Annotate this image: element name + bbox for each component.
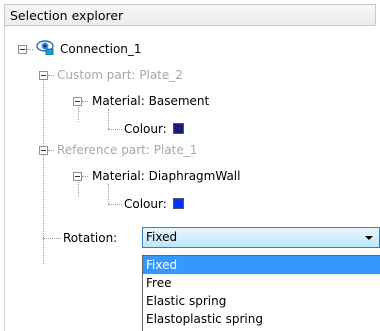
tree-guide-line [108, 184, 109, 204]
tree-item-reference-colour[interactable]: Colour: [124, 194, 184, 214]
custom-colour-label: Colour: [124, 122, 167, 136]
tree-guide-line [43, 72, 44, 264]
panel-header: Selection explorer [4, 4, 376, 26]
tree-item-custom-part[interactable]: Custom part: Plate_2 [57, 65, 183, 85]
eye-icon [36, 40, 54, 55]
rotation-select-value: Fixed [146, 230, 178, 244]
dropdown-option-elastic-spring[interactable]: Elastic spring [143, 292, 380, 310]
custom-material-label: Material: Basement [92, 94, 210, 108]
tree-guide-line [48, 75, 54, 76]
tree-guide-line [108, 109, 109, 129]
custom-part-label: Custom part: Plate_2 [57, 68, 183, 82]
reference-material-label: Material: DiaphragmWall [92, 169, 241, 183]
colour-swatch[interactable] [172, 198, 184, 209]
collapse-toggle-reference-material[interactable] [73, 172, 82, 181]
colour-swatch[interactable] [172, 123, 184, 134]
connection-label: Connection_1 [60, 42, 142, 56]
rotation-label: Rotation: [63, 228, 117, 248]
chevron-down-icon[interactable] [365, 236, 373, 240]
tree-guide-line [108, 129, 122, 130]
selection-explorer-panel: Selection explorer Connection_1 Custom p… [0, 0, 380, 331]
tree-guide-line [108, 204, 122, 205]
collapse-toggle-reference-part[interactable] [39, 146, 48, 155]
rotation-label-text: Rotation: [63, 231, 118, 245]
tree-guide-line [82, 101, 88, 102]
tree-item-connection[interactable]: Connection_1 [60, 39, 142, 59]
tree-guide-line [43, 238, 61, 239]
tree-item-custom-material[interactable]: Material: Basement [92, 91, 209, 111]
panel-title: Selection explorer [10, 8, 124, 23]
collapse-toggle-connection[interactable] [18, 45, 27, 54]
dropdown-option-fixed[interactable]: Fixed [143, 256, 380, 274]
rotation-dropdown-list: Fixed Free Elastic spring Elastoplastic … [142, 255, 380, 331]
collapse-toggle-custom-part[interactable] [39, 71, 48, 80]
tree-item-reference-material[interactable]: Material: DiaphragmWall [92, 166, 240, 186]
tree-item-reference-part[interactable]: Reference part: Plate_1 [57, 140, 197, 160]
dropdown-option-free[interactable]: Free [143, 274, 380, 292]
dropdown-option-elastoplastic-spring[interactable]: Elastoplastic spring [143, 310, 380, 328]
tree-guide-line [27, 49, 33, 50]
reference-part-label: Reference part: Plate_1 [57, 143, 198, 157]
tree-item-custom-colour[interactable]: Colour: [124, 119, 184, 139]
tree-guide-line [48, 150, 54, 151]
collapse-toggle-custom-material[interactable] [73, 97, 82, 106]
tree-guide-line [82, 176, 88, 177]
rotation-select[interactable]: Fixed [142, 227, 380, 248]
reference-colour-label: Colour: [124, 197, 167, 211]
